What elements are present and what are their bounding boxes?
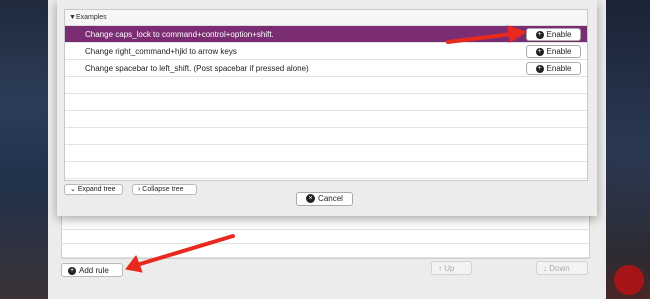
group-header[interactable]: ▼Examples bbox=[65, 10, 587, 26]
disclosure-triangle-icon: ▼ bbox=[69, 14, 76, 21]
empty-row bbox=[65, 111, 587, 128]
down-label: Down bbox=[549, 264, 570, 273]
up-label: Up bbox=[444, 264, 455, 273]
collapse-tree-button[interactable]: › Collapse tree bbox=[132, 184, 197, 195]
enable-label: Enable bbox=[546, 30, 572, 39]
enable-button[interactable]: + Enable bbox=[526, 28, 581, 41]
add-rule-button[interactable]: + Add rule bbox=[61, 263, 123, 277]
rule-row[interactable]: Change caps_lock to command+control+opti… bbox=[65, 26, 587, 43]
empty-row bbox=[65, 77, 587, 94]
enable-label: Enable bbox=[546, 47, 572, 56]
plus-icon: + bbox=[68, 266, 76, 275]
plus-icon: + bbox=[535, 64, 544, 73]
plus-icon: + bbox=[535, 47, 544, 56]
cancel-button[interactable]: × Cancel bbox=[296, 192, 353, 206]
desktop-red-object bbox=[614, 265, 644, 295]
up-button[interactable]: ↑ Up bbox=[431, 261, 472, 275]
list-row bbox=[62, 244, 589, 258]
expand-tree-button[interactable]: ⌄ Expand tree bbox=[64, 184, 123, 195]
empty-row bbox=[65, 94, 587, 111]
rule-label: Change caps_lock to command+control+opti… bbox=[85, 30, 274, 39]
group-label: Examples bbox=[75, 14, 107, 21]
down-button[interactable]: ↓ Down bbox=[536, 261, 588, 275]
desktop-background-right bbox=[606, 0, 650, 299]
complex-modifications-sheet: ▼Examples Change caps_lock to command+co… bbox=[57, 0, 597, 216]
enable-label: Enable bbox=[546, 64, 572, 73]
add-rule-label: Add rule bbox=[79, 266, 109, 275]
empty-row bbox=[65, 145, 587, 162]
enable-button[interactable]: + Enable bbox=[526, 45, 581, 58]
rule-label: Change spacebar to left_shift. (Post spa… bbox=[85, 64, 309, 73]
list-row bbox=[62, 216, 589, 230]
collapse-label: Collapse tree bbox=[142, 186, 184, 193]
empty-row bbox=[65, 179, 587, 180]
rule-label: Change right_command+hjkl to arrow keys bbox=[85, 47, 237, 56]
plus-icon: + bbox=[535, 30, 544, 39]
rules-list bbox=[61, 215, 590, 259]
empty-row bbox=[65, 128, 587, 145]
expand-label: Expand tree bbox=[77, 186, 116, 193]
rule-row[interactable]: Change right_command+hjkl to arrow keys … bbox=[65, 43, 587, 60]
enable-button[interactable]: + Enable bbox=[526, 62, 581, 75]
rules-table: ▼Examples Change caps_lock to command+co… bbox=[64, 9, 588, 181]
empty-row bbox=[65, 162, 587, 179]
close-icon: × bbox=[306, 194, 316, 204]
cancel-label: Cancel bbox=[318, 194, 343, 203]
list-row bbox=[62, 230, 589, 244]
rule-row[interactable]: Change spacebar to left_shift. (Post spa… bbox=[65, 60, 587, 77]
desktop-background-left bbox=[0, 0, 48, 299]
expand-icon: ⌄ bbox=[70, 186, 78, 193]
